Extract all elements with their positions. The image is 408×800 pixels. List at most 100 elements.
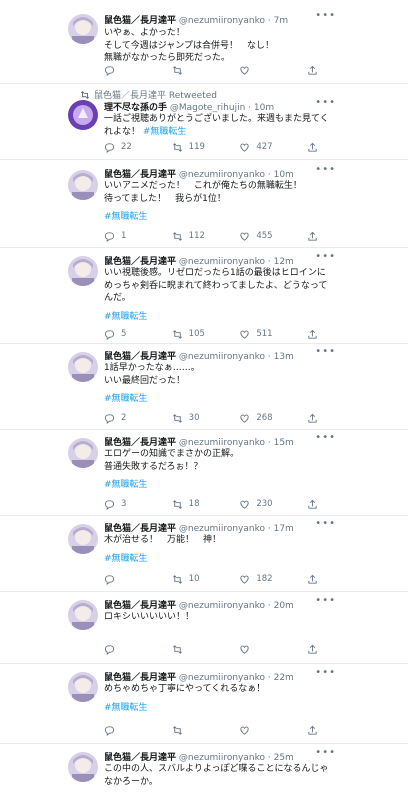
like-button[interactable] <box>239 644 295 655</box>
avatar[interactable] <box>68 352 98 382</box>
reply-button[interactable] <box>104 725 160 736</box>
tweet[interactable]: 鼠色猫／長月達平 @nezumiironyanko · 17m ••• 木が治せ… <box>0 516 408 592</box>
reply-button[interactable]: 3 <box>104 499 160 510</box>
tweet[interactable]: 鼠色猫／長月達平 Retweeted 理不尽な孫の手 @Magote_rihuj… <box>0 84 408 160</box>
like-button[interactable]: 268 <box>239 413 295 424</box>
author-name[interactable]: 鼠色猫／長月達平 <box>104 257 176 267</box>
reply-button[interactable]: 1 <box>104 231 160 242</box>
tweet[interactable]: 鼠色猫／長月達平 @nezumiironyanko · 20m ••• ロキシい… <box>0 592 408 664</box>
hashtag-link[interactable]: #無職転生 <box>104 479 340 492</box>
author-handle[interactable]: @nezumiironyanko <box>179 170 265 180</box>
tweet-time[interactable]: 10m <box>254 103 274 113</box>
tweet-time[interactable]: 25m <box>274 753 294 763</box>
tweet[interactable]: 鼠色猫／長月達平 @nezumiironyanko · 10m ••• いいアニ… <box>0 160 408 248</box>
share-button[interactable] <box>307 499 318 510</box>
like-button[interactable] <box>239 65 295 76</box>
avatar[interactable] <box>68 100 98 130</box>
hashtag-link[interactable]: #無職転生 <box>104 311 340 324</box>
reply-button[interactable]: 2 <box>104 413 160 424</box>
avatar[interactable] <box>68 438 98 468</box>
more-icon[interactable]: ••• <box>315 346 336 357</box>
tweet[interactable]: 鼠色猫／長月達平 @nezumiironyanko · 7m ••• いやぁ、よ… <box>0 0 408 84</box>
share-button[interactable] <box>307 142 318 153</box>
tweet[interactable]: 鼠色猫／長月達平 @nezumiironyanko · 25m ••• この中の… <box>0 744 408 800</box>
author-name[interactable]: 鼠色猫／長月達平 <box>104 524 176 534</box>
author-name[interactable]: 鼠色猫／長月達平 <box>104 438 176 448</box>
author-name[interactable]: 鼠色猫／長月達平 <box>104 170 176 180</box>
tweet-time[interactable]: 7m <box>274 16 289 26</box>
share-button[interactable] <box>307 644 318 655</box>
more-icon[interactable]: ••• <box>315 97 336 108</box>
author-handle[interactable]: @nezumiironyanko <box>179 16 265 26</box>
retweet-button[interactable]: 105 <box>172 329 228 340</box>
avatar[interactable] <box>68 256 98 286</box>
more-icon[interactable]: ••• <box>315 667 336 678</box>
avatar[interactable] <box>68 600 98 630</box>
hashtag-link[interactable]: #無職転生 <box>104 393 340 406</box>
retweet-button[interactable]: 18 <box>172 499 228 510</box>
more-icon[interactable]: ••• <box>315 251 336 262</box>
share-button[interactable] <box>307 329 318 340</box>
author-handle[interactable]: @nezumiironyanko <box>179 257 265 267</box>
like-button[interactable]: 455 <box>239 231 295 242</box>
tweet-time[interactable]: 13m <box>274 352 294 362</box>
reply-button[interactable]: 22 <box>104 142 160 153</box>
reply-button[interactable] <box>104 65 160 76</box>
share-button[interactable] <box>307 413 318 424</box>
author-handle[interactable]: @nezumiironyanko <box>179 352 265 362</box>
author-name[interactable]: 鼠色猫／長月達平 <box>104 352 176 362</box>
hashtag-link[interactable]: #無職転生 <box>104 553 340 566</box>
like-button[interactable]: 230 <box>239 499 295 510</box>
avatar[interactable] <box>68 170 98 200</box>
author-name[interactable]: 鼠色猫／長月達平 <box>104 16 176 26</box>
more-icon[interactable]: ••• <box>315 518 336 529</box>
tweet-time[interactable]: 10m <box>274 170 294 180</box>
retweet-button[interactable] <box>172 725 228 736</box>
more-icon[interactable]: ••• <box>315 595 336 606</box>
like-button[interactable] <box>239 725 295 736</box>
tweet-time[interactable]: 12m <box>274 257 294 267</box>
avatar[interactable] <box>68 524 98 554</box>
tweet[interactable]: 鼠色猫／長月達平 @nezumiironyanko · 15m ••• エロゲー… <box>0 430 408 516</box>
avatar[interactable] <box>68 752 98 782</box>
author-name[interactable]: 鼠色猫／長月達平 <box>104 753 176 763</box>
avatar[interactable] <box>68 14 98 44</box>
reply-button[interactable] <box>104 574 160 585</box>
reply-button[interactable] <box>104 644 160 655</box>
retweet-button[interactable] <box>172 644 228 655</box>
like-button[interactable]: 427 <box>239 142 295 153</box>
retweet-button[interactable]: 112 <box>172 231 228 242</box>
tweet-time[interactable]: 17m <box>274 524 294 534</box>
author-handle[interactable]: @nezumiironyanko <box>179 753 265 763</box>
tweet[interactable]: 鼠色猫／長月達平 @nezumiironyanko · 22m ••• めちゃめ… <box>0 664 408 744</box>
tweet-time[interactable]: 22m <box>274 673 294 683</box>
author-handle[interactable]: @nezumiironyanko <box>179 601 265 611</box>
more-icon[interactable]: ••• <box>315 10 336 21</box>
author-handle[interactable]: @nezumiironyanko <box>179 524 265 534</box>
author-handle[interactable]: @Magote_rihujin <box>170 103 245 113</box>
like-button[interactable]: 511 <box>239 329 295 340</box>
share-button[interactable] <box>307 65 318 76</box>
more-icon[interactable]: ••• <box>315 164 336 175</box>
share-button[interactable] <box>307 725 318 736</box>
author-name[interactable]: 理不尽な孫の手 <box>104 103 167 113</box>
reply-button[interactable]: 5 <box>104 329 160 340</box>
tweet-time[interactable]: 20m <box>274 601 294 611</box>
author-name[interactable]: 鼠色猫／長月達平 <box>104 601 176 611</box>
hashtag-link[interactable]: #無職転生 <box>104 702 340 715</box>
more-icon[interactable]: ••• <box>315 747 336 758</box>
author-handle[interactable]: @nezumiironyanko <box>179 673 265 683</box>
hashtag-link[interactable]: #無職転生 <box>143 127 187 137</box>
hashtag-link[interactable]: #無職転生 <box>104 211 340 224</box>
retweet-button[interactable]: 30 <box>172 413 228 424</box>
retweet-button[interactable] <box>172 65 228 76</box>
tweet[interactable]: 鼠色猫／長月達平 @nezumiironyanko · 13m ••• 1話早か… <box>0 344 408 430</box>
avatar[interactable] <box>68 672 98 702</box>
author-handle[interactable]: @nezumiironyanko <box>179 438 265 448</box>
author-name[interactable]: 鼠色猫／長月達平 <box>104 673 176 683</box>
tweet-time[interactable]: 15m <box>274 438 294 448</box>
share-button[interactable] <box>307 574 318 585</box>
more-icon[interactable]: ••• <box>315 432 336 443</box>
retweet-button[interactable]: 10 <box>172 574 228 585</box>
share-button[interactable] <box>307 231 318 242</box>
